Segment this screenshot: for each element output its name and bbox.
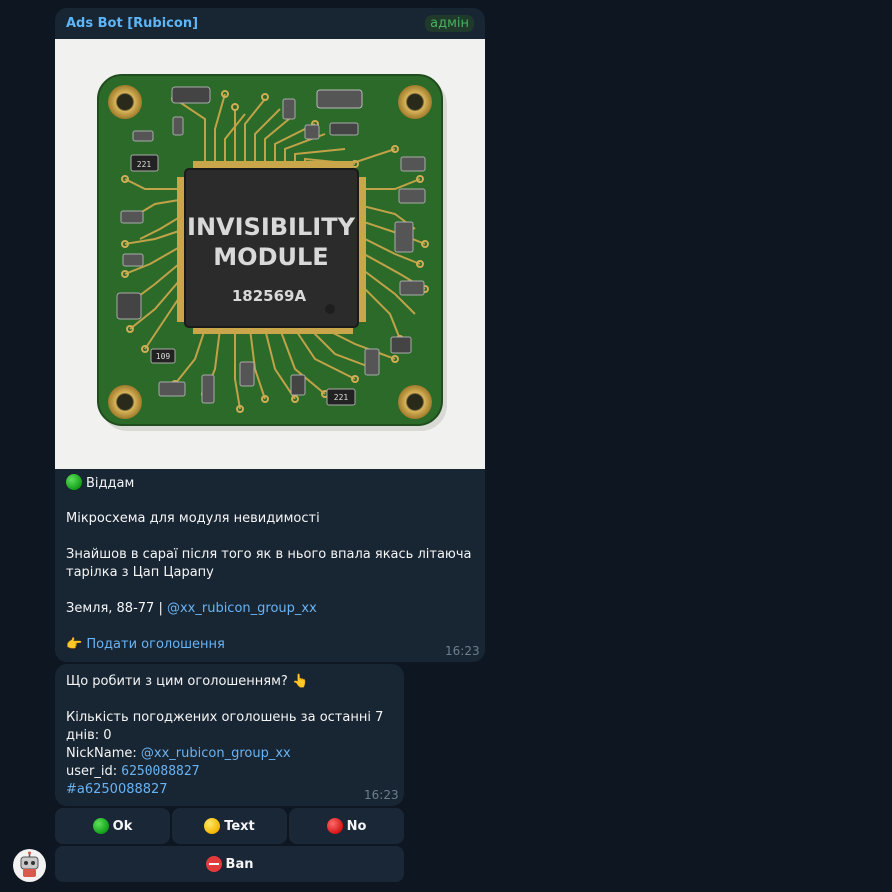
nickname-label: NickName: [66,746,137,761]
userid-label: user_id: [66,764,118,779]
avatar[interactable] [13,849,46,882]
text-button[interactable]: Text [172,808,287,844]
ad-message: Ads Bot [Rubicon] адмін INVISIBILITY MOD… [55,8,485,662]
ad-title: Мікросхема для модуля невидимості [66,511,320,526]
chip-code: 182569A [232,287,307,305]
admin-badge: адмін [425,15,474,32]
submit-ad-link[interactable]: Подати оголошення [86,637,225,652]
pointing-hand-icon: 👉 [66,637,83,652]
ad-location: Земля, 88-77 | @xx_rubicon_group_xx [66,600,317,618]
message-header: Ads Bot [Rubicon] адмін [55,8,485,39]
group-link[interactable]: @xx_rubicon_group_xx [167,601,317,616]
user-hashtag[interactable]: #a6250088827 [66,781,168,799]
chat-area: Ads Bot [Rubicon] адмін INVISIBILITY MOD… [0,0,892,892]
message-time: 16:23 [364,788,399,802]
text-label: Text [224,818,255,834]
resistor-label-b: 109 [156,352,171,361]
chip-label-line1: INVISIBILITY [187,213,356,241]
sender-name[interactable]: Ads Bot [Rubicon] [66,16,198,31]
ban-label: Ban [225,856,254,872]
message-time: 16:23 [445,644,480,658]
ok-button[interactable]: Ok [55,808,170,844]
userid-row: user_id: 6250088827 [66,763,200,781]
no-entry-icon [205,856,222,872]
moderation-question: Що робити з цим оголошенням? 👆 [66,674,309,689]
no-label: No [346,818,367,834]
green-circle-icon [66,474,82,490]
nickname-link[interactable]: @xx_rubicon_group_xx [141,746,291,761]
status-text: Віддам [86,476,135,491]
resistor-label-c: 221 [334,393,349,402]
ad-status: Віддам [66,474,134,493]
no-button[interactable]: No [289,808,404,844]
nickname-row: NickName: @xx_rubicon_group_xx [66,745,291,763]
robot-icon [20,851,39,877]
moderation-message: Що робити з цим оголошенням? 👆 Кількість… [55,664,404,806]
ad-description-line1: Знайшов в сараї після того як в нього вп… [66,547,472,562]
green-circle-icon [92,818,109,834]
approved-count: Кількість погоджених оголошень за останн… [66,710,384,743]
ad-description-line2: тарілка з Цап Царапу [66,565,214,580]
location-text: Земля, 88-77 | [66,601,163,616]
yellow-circle-icon [204,818,221,834]
ban-button[interactable]: Ban [55,846,404,882]
ok-label: Ok [112,818,133,834]
submit-ad-row: 👉 Подати оголошення [66,636,225,654]
circuit-board-image: INVISIBILITY MODULE 182569A 221 109 221 [97,74,447,431]
ad-photo[interactable]: INVISIBILITY MODULE 182569A 221 109 221 [55,39,485,469]
resistor-label-a: 221 [137,160,152,169]
red-circle-icon [326,818,343,834]
userid-value[interactable]: 6250088827 [121,764,199,779]
chip-label-line2: MODULE [213,243,328,271]
